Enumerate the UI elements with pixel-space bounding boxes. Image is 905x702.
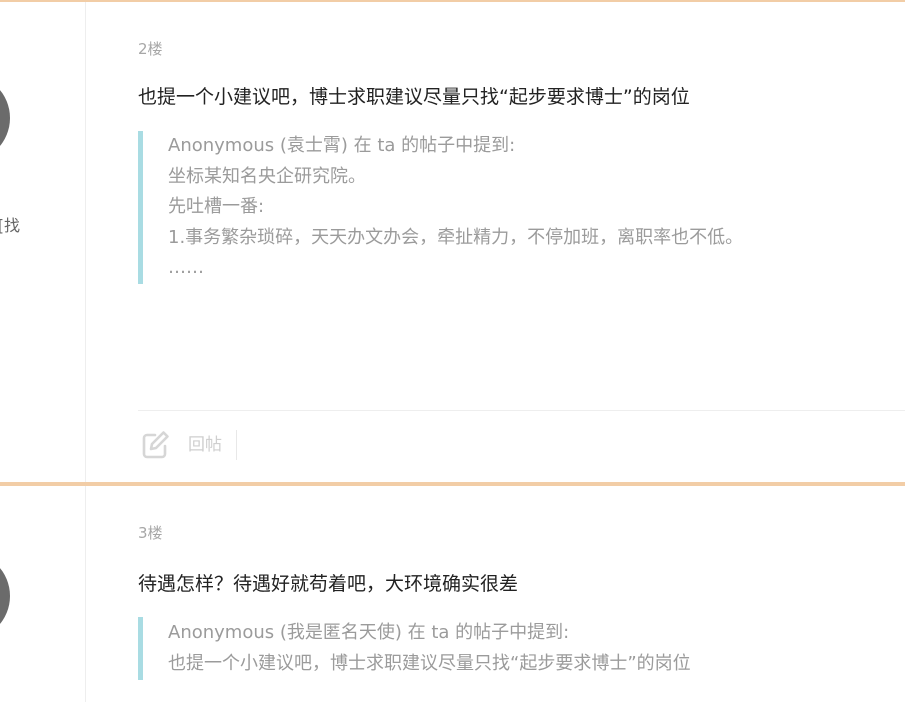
post-actions: 回帖: [138, 427, 237, 463]
author-meta: 找]: [0, 216, 20, 235]
quote-line: 先吐槽一番:: [168, 196, 265, 217]
quote-author-line: Anonymous (袁士霄) 在 ta 的帖子中提到:: [168, 135, 516, 156]
quote-line: 1.事务繁杂琐碎，天天办文办会，牵扯精力，不停加班，离职率也不低。: [168, 226, 744, 248]
quote-line: 也提一个小建议吧，博士求职建议尽量只找“起步要求博士”的岗位: [168, 652, 691, 674]
floor-number: 2楼: [138, 40, 163, 58]
post-content: 待遇怎样？待遇好就苟着吧，大环境确实很差: [138, 573, 519, 595]
reply-button[interactable]: 回帖: [188, 430, 237, 460]
post-floor-2: 找] 2楼 也提一个小建议吧，博士求职建议尽量只找“起步要求博士”的岗位 Ano…: [0, 0, 905, 488]
quote-line: 坐标某知名央企研究院。: [168, 165, 366, 187]
action-divider: [138, 410, 905, 411]
quote-block: Anonymous (我是匿名天使) 在 ta 的帖子中提到: 也提一个小建议吧…: [138, 617, 691, 680]
avatar[interactable]: [0, 74, 10, 162]
avatar[interactable]: [0, 552, 10, 640]
author-column: [0, 486, 86, 702]
floor-number: 3楼: [138, 524, 163, 542]
edit-icon[interactable]: [138, 428, 172, 462]
thread-view: 找] 2楼 也提一个小建议吧，博士求职建议尽量只找“起步要求博士”的岗位 Ano…: [0, 0, 905, 702]
quote-author-line: Anonymous (我是匿名天使) 在 ta 的帖子中提到:: [168, 622, 570, 643]
post-content: 也提一个小建议吧，博士求职建议尽量只找“起步要求博士”的岗位: [138, 86, 690, 108]
author-column: 找]: [0, 2, 86, 488]
post-floor-3: 3楼 待遇怎样？待遇好就苟着吧，大环境确实很差 Anonymous (我是匿名天…: [0, 482, 905, 702]
quote-block: Anonymous (袁士霄) 在 ta 的帖子中提到: 坐标某知名央企研究院。…: [138, 131, 743, 284]
quote-ellipsis: ……: [168, 257, 204, 278]
